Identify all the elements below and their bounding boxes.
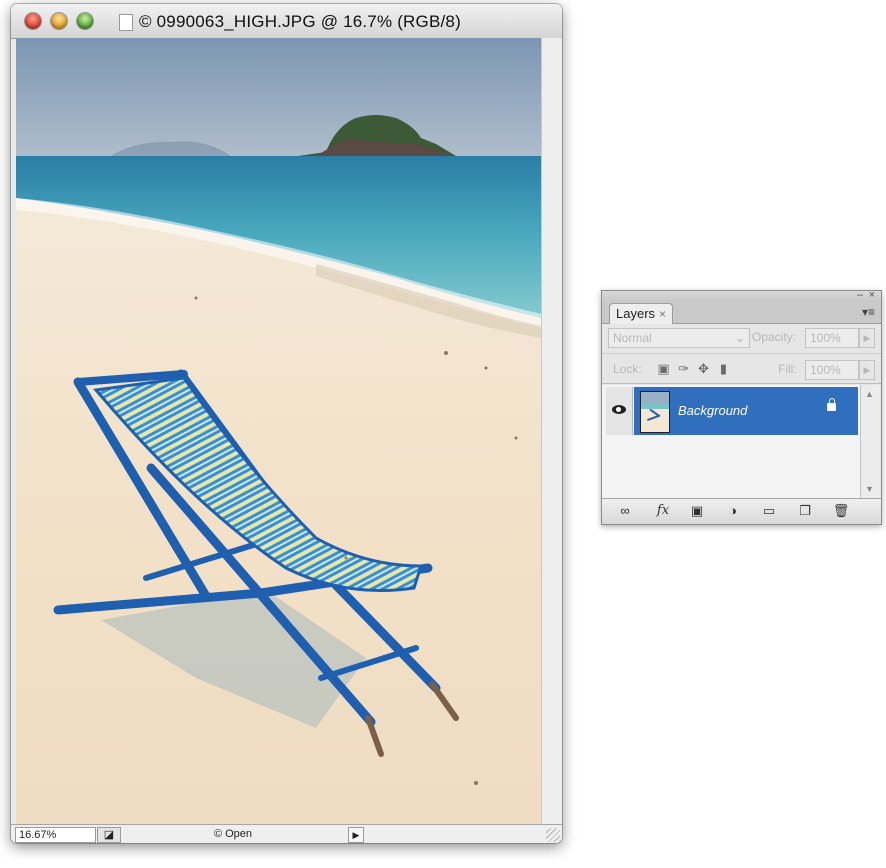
fill-field[interactable]: 100% bbox=[805, 360, 859, 380]
status-menu-icon[interactable]: ◪ bbox=[97, 827, 121, 843]
visibility-toggle[interactable] bbox=[606, 387, 633, 435]
opacity-field[interactable]: 100% bbox=[805, 328, 859, 348]
layer-list-scrollbar[interactable]: ▲ ▼ bbox=[860, 385, 880, 498]
layer-item-background[interactable]: Background bbox=[634, 387, 858, 435]
opacity-arrow-icon[interactable]: ▶ bbox=[859, 328, 875, 348]
panel-menu-icon[interactable]: ▾≡ bbox=[862, 305, 875, 319]
fx-icon[interactable]: fx bbox=[652, 503, 674, 519]
lock-brush-icon[interactable]: ✑ bbox=[676, 361, 691, 376]
layer-list: Background bbox=[602, 385, 860, 498]
lock-transparency-icon[interactable]: ▣ bbox=[656, 361, 671, 376]
panel-bottom-toolbar: ∞ fx ▣ ◑ ▭ ❐ 🗑 bbox=[602, 498, 881, 524]
scroll-up-icon[interactable]: ▲ bbox=[865, 389, 874, 399]
panel-tab-row: Layers × ▾≡ bbox=[602, 301, 881, 324]
title-bar[interactable]: © 0990063_HIGH.JPG @ 16.7% (RGB/8) bbox=[11, 4, 562, 39]
status-arrow-icon[interactable]: ▶ bbox=[348, 827, 364, 843]
zoom-button[interactable] bbox=[77, 13, 93, 29]
layer-row[interactable]: Background bbox=[602, 387, 860, 435]
adjustment-icon[interactable]: ◑ bbox=[722, 503, 744, 519]
opacity-label: Opacity: bbox=[752, 330, 797, 344]
eye-icon bbox=[612, 405, 626, 414]
lock-label: Lock: bbox=[613, 362, 642, 376]
beach-chair-photo bbox=[16, 38, 541, 824]
panel-close-icon[interactable]: × bbox=[869, 289, 875, 301]
blend-mode-value: Normal bbox=[613, 331, 652, 345]
tab-label: Layers bbox=[616, 306, 656, 321]
minimize-button[interactable] bbox=[51, 13, 67, 29]
mask-icon[interactable]: ▣ bbox=[688, 503, 706, 519]
layers-panel: – × Layers × ▾≡ Normal ⌄ Opacity: 100% ▶ L… bbox=[601, 289, 882, 525]
status-bar: 16.67% ◪ © Open ▶ bbox=[11, 824, 562, 843]
zoom-level-field[interactable]: 16.67% bbox=[15, 827, 96, 843]
new-layer-icon[interactable]: ❐ bbox=[796, 503, 814, 519]
image-canvas[interactable] bbox=[16, 38, 541, 824]
blend-row: Normal ⌄ Opacity: 100% ▶ bbox=[602, 325, 881, 354]
layer-thumbnail bbox=[640, 391, 670, 433]
trash-icon[interactable]: 🗑 bbox=[832, 503, 850, 519]
fill-arrow-icon[interactable]: ▶ bbox=[859, 360, 875, 380]
lock-move-icon[interactable]: ✥ bbox=[696, 361, 711, 376]
layer-name[interactable]: Background bbox=[678, 403, 747, 418]
status-info-text: © Open bbox=[213, 828, 253, 840]
thumb-chair-leg-icon bbox=[647, 415, 659, 421]
chevron-down-icon: ⌄ bbox=[734, 331, 745, 345]
lock-row: Lock: ▣ ✑ ✥ ▮ Fill: 100% ▶ bbox=[602, 355, 881, 384]
lock-icon bbox=[827, 398, 836, 411]
blend-mode-select[interactable]: Normal ⌄ bbox=[608, 328, 750, 348]
panel-drag-bar[interactable]: – × bbox=[602, 289, 881, 301]
close-button[interactable] bbox=[25, 13, 41, 29]
scroll-down-icon[interactable]: ▼ bbox=[865, 484, 874, 494]
fill-label: Fill: bbox=[778, 362, 797, 376]
document-proxy-icon[interactable] bbox=[119, 14, 133, 31]
group-icon[interactable]: ▭ bbox=[760, 503, 778, 519]
link-icon[interactable]: ∞ bbox=[614, 503, 636, 519]
window-right-edge bbox=[541, 38, 562, 824]
tab-layers[interactable]: Layers × bbox=[609, 303, 674, 324]
document-window: © 0990063_HIGH.JPG @ 16.7% (RGB/8) 16.67… bbox=[11, 4, 562, 843]
tab-close-icon[interactable]: × bbox=[659, 307, 666, 321]
resize-grip-icon[interactable] bbox=[546, 828, 560, 842]
window-title: © 0990063_HIGH.JPG @ 16.7% (RGB/8) bbox=[139, 12, 461, 31]
panel-minimize-icon[interactable]: – bbox=[857, 289, 863, 301]
lock-all-icon[interactable]: ▮ bbox=[716, 361, 731, 376]
